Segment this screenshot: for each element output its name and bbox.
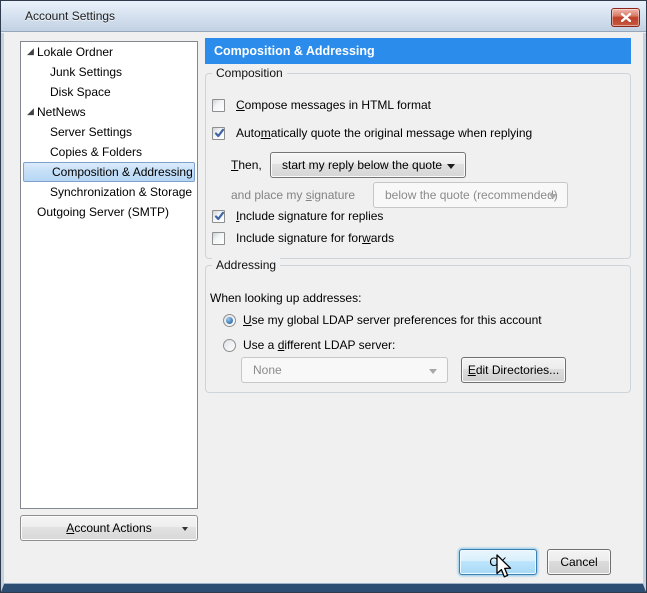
close-button[interactable]	[611, 8, 640, 27]
sidebar-item-synchronization-storage[interactable]: Synchronization & Storage	[22, 182, 196, 202]
global-ldap-radio[interactable]: Use my global LDAP server preferences fo…	[223, 311, 542, 329]
account-tree: ◢ Lokale Ordner Junk Settings Disk Space…	[20, 41, 198, 509]
dropdown-arrow-icon	[182, 527, 188, 531]
sidebar-item-disk-space[interactable]: Disk Space	[22, 82, 196, 102]
edit-directories-label: Edit Directories...	[468, 363, 559, 377]
then-row: Then,	[231, 152, 262, 178]
signature-replies-label: Include signature for replies	[236, 209, 383, 223]
signature-forwards-label: Include signature for forwards	[236, 231, 394, 245]
checkbox-unchecked-icon	[212, 232, 225, 245]
checkbox-unchecked-icon	[212, 99, 225, 112]
checkbox-checked-icon	[212, 127, 225, 140]
chevron-down-icon	[429, 369, 437, 374]
account-actions-label: Account Actions	[66, 521, 151, 535]
compose-html-label: Compose messages in HTML format	[236, 98, 431, 112]
edit-directories-button[interactable]: Edit Directories...	[461, 357, 566, 383]
radio-selected-icon	[223, 314, 236, 327]
close-icon	[621, 13, 631, 22]
signature-placement-select: below the quote (recommended)	[373, 182, 568, 208]
ok-label: OK	[489, 555, 506, 569]
sidebar-item-junk-settings[interactable]: Junk Settings	[22, 62, 196, 82]
sidebar-item-copies-folders[interactable]: Copies & Folders	[22, 142, 196, 162]
sidebar-item-outgoing-server[interactable]: Outgoing Server (SMTP)	[22, 202, 196, 222]
checkbox-checked-icon	[212, 210, 225, 223]
compose-html-checkbox[interactable]: Compose messages in HTML format	[212, 96, 431, 114]
composition-legend: Composition	[212, 66, 287, 80]
ok-button[interactable]: OK	[459, 549, 537, 575]
sidebar-item-netnews[interactable]: ◢ NetNews	[22, 102, 196, 122]
composition-group: Composition Compose messages in HTML for…	[205, 73, 631, 259]
account-actions-button[interactable]: Account Actions	[20, 515, 198, 541]
account-settings-window: Account Settings ◢ Lokale Ordner Junk Se…	[0, 0, 647, 593]
chevron-down-icon	[549, 194, 557, 199]
signature-placement-row: and place my signature	[231, 182, 355, 208]
dialog-body: ◢ Lokale Ordner Junk Settings Disk Space…	[1, 33, 646, 592]
auto-quote-label: Automatically quote the original message…	[236, 126, 532, 140]
auto-quote-checkbox[interactable]: Automatically quote the original message…	[212, 124, 532, 142]
chevron-down-icon	[447, 164, 455, 169]
cancel-label: Cancel	[560, 555, 597, 569]
signature-replies-checkbox[interactable]: Include signature for replies	[212, 207, 383, 225]
reply-placement-select[interactable]: start my reply below the quote	[270, 152, 466, 178]
sidebar-item-server-settings[interactable]: Server Settings	[22, 122, 196, 142]
twisty-expanded-icon[interactable]: ◢	[27, 47, 36, 56]
titlebar[interactable]: Account Settings	[1, 1, 646, 32]
cancel-button[interactable]: Cancel	[547, 549, 611, 575]
ldap-server-select: None	[241, 357, 448, 383]
sidebar-item-lokale-ordner[interactable]: ◢ Lokale Ordner	[22, 42, 196, 62]
signature-forwards-checkbox[interactable]: Include signature for forwards	[212, 229, 394, 247]
radio-unselected-icon	[223, 339, 236, 352]
window-title: Account Settings	[25, 9, 115, 23]
different-ldap-radio[interactable]: Use a different LDAP server:	[223, 336, 395, 354]
addressing-intro: When looking up addresses:	[210, 290, 361, 306]
sidebar-item-composition-addressing[interactable]: Composition & Addressing	[23, 162, 195, 182]
global-ldap-label: Use my global LDAP server preferences fo…	[243, 313, 542, 327]
addressing-legend: Addressing	[212, 258, 280, 272]
twisty-expanded-icon[interactable]: ◢	[27, 107, 36, 116]
addressing-group: Addressing When looking up addresses: Us…	[205, 265, 631, 393]
page-title: Composition & Addressing	[205, 38, 631, 64]
different-ldap-label: Use a different LDAP server:	[243, 338, 395, 352]
then-label: Then,	[231, 158, 262, 172]
signature-placement-label: and place my signature	[231, 188, 355, 202]
